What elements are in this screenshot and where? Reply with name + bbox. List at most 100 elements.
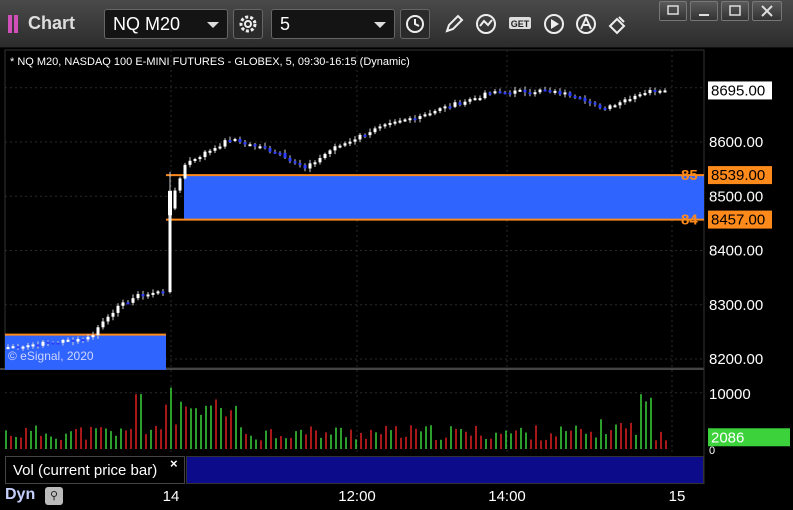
candle-up [76,339,80,342]
candle-up [328,150,332,154]
candle-down [573,95,577,98]
price-tick-label: 8400.00 [709,243,763,260]
candle-up [318,158,322,163]
candle-down [543,89,547,92]
candle-up [478,98,482,101]
candle-up [26,345,30,348]
candle-up [443,106,447,109]
candle-up [648,89,652,94]
candle-up [151,292,155,295]
candle-down [283,153,287,158]
price-tick-label: 8200.00 [709,351,763,368]
candle-up [493,91,497,94]
dynamic-mode-label[interactable]: Dyn [5,486,35,504]
volume-tick-label: 0 [709,445,715,457]
candle-up [223,140,227,147]
candle-up [338,145,342,148]
candle-down [81,339,85,342]
candle-down [263,146,267,149]
candle-down [603,107,607,110]
candle-down [653,89,657,92]
candle-up [343,143,347,146]
candle-down [228,140,232,143]
candle-up [156,291,160,294]
candle-down [593,102,597,105]
candle-up [608,105,612,109]
candle-up [203,151,207,158]
candle-up [106,316,110,322]
candle-up [423,114,427,117]
candle-up [213,148,217,151]
candle-up [463,101,467,105]
candle-up [563,92,567,95]
candle-down [578,97,582,100]
price-tick-label: 8600.00 [709,134,763,151]
candle-down [598,104,602,108]
candle-down [488,92,492,95]
candle-up [313,162,317,165]
candle-up [633,95,637,100]
candle-up [233,138,237,141]
price-chart[interactable]: 8600.00 8500.00 8400.00 8300.00 8200.00 8695.… [0,0,793,484]
volume-study-label[interactable]: Vol (current price bar) [5,456,185,484]
candle-up [418,116,422,119]
volume-status-bar [186,456,704,484]
candle-up [86,336,90,340]
level-number: 84 [681,212,698,229]
candle-up [173,190,177,209]
candle-up [323,153,327,159]
candle-down [126,302,130,305]
candle-down [528,92,532,95]
time-label: 14 [162,488,180,505]
level-price-label: 8457.00 [711,212,765,229]
candle-up [248,144,252,147]
chart-header: * NQ M20, NASDAQ 100 E-MINI FUTURES - GL… [10,56,410,68]
level-number: 85 [681,167,698,184]
candle-down [413,118,417,121]
candle-up [101,321,105,328]
candle-up [121,302,125,306]
close-study-icon[interactable]: × [170,456,178,471]
candle-up [533,92,537,95]
candle-down [588,101,592,104]
candle-up [518,89,522,92]
candle-up [41,341,45,346]
candle-down [293,161,297,164]
candle-down [36,344,40,347]
candle-down [56,342,60,345]
lock-icon[interactable]: ⚲ [45,487,63,505]
candle-up [428,113,432,116]
candle-up [146,294,150,297]
candle-up [628,99,632,102]
axis-background [704,50,793,484]
candle-up [258,146,262,149]
candle-up [618,102,622,106]
candle-up [116,305,120,313]
chart-background [0,49,793,484]
current-volume-label: 2086 [711,429,744,446]
candle-up [658,90,662,93]
candle-up [373,128,377,133]
candle-up [168,190,172,216]
candle-up [663,90,667,93]
candle-up [208,150,212,153]
candle-down [363,134,367,137]
candle-up [513,90,517,94]
candle-down [268,148,272,152]
candle-up [348,141,352,144]
candle-up [31,344,35,347]
candle-up [168,208,172,293]
candle-down [243,142,247,145]
level-band [184,175,704,220]
candle-up [333,146,337,151]
time-label: 15 [668,488,686,505]
candle-up [358,134,362,140]
candle-up [483,92,487,99]
candle-up [613,105,617,108]
candle-up [308,163,312,169]
copyright: © eSignal, 2020 [8,349,94,363]
candle-down [253,144,257,147]
candle-up [408,118,412,121]
candle-up [438,108,442,112]
candle-down [273,151,277,154]
